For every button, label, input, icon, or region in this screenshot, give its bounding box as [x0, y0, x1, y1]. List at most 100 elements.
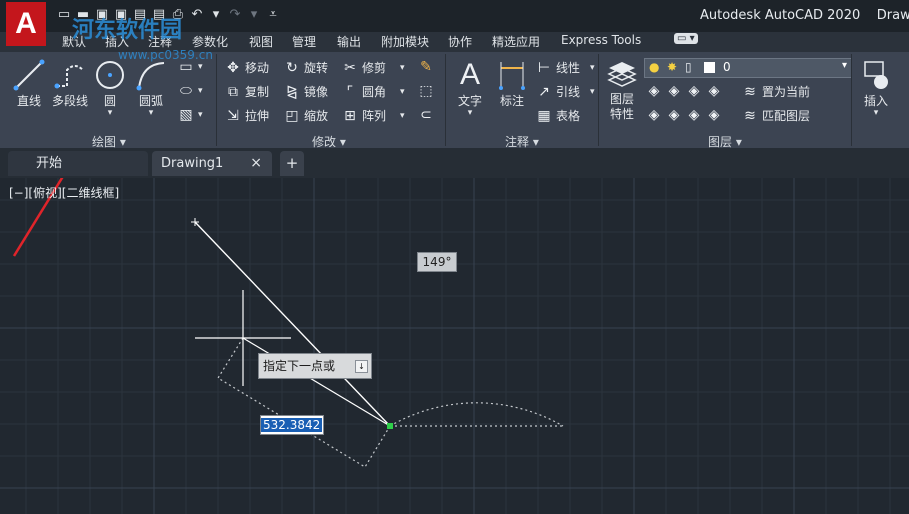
- hatch-dropdown-icon[interactable]: ▾: [198, 110, 203, 120]
- layer-unisolate-icon[interactable]: ◈: [666, 107, 682, 123]
- layer-isolate-icon[interactable]: ◈: [666, 83, 682, 99]
- new-tab-button[interactable]: +: [280, 151, 304, 176]
- layer-color-swatch: [704, 62, 715, 73]
- redo-icon[interactable]: ↷: [227, 7, 243, 23]
- drawing-svg: [0, 178, 909, 514]
- erase-tool[interactable]: ✎: [418, 59, 434, 75]
- explode-tool[interactable]: ⬚: [418, 83, 434, 99]
- fillet-dropdown-icon[interactable]: ▾: [400, 87, 405, 97]
- drawn-line[interactable]: [194, 221, 391, 427]
- autocad-logo[interactable]: A: [6, 2, 46, 46]
- rotate-tool[interactable]: ↻ 旋转: [284, 59, 328, 76]
- preview-line: [242, 337, 391, 427]
- rotate-icon: ↻: [286, 59, 298, 76]
- layer-thaw-icon[interactable]: ◈: [686, 107, 702, 123]
- new-file-icon[interactable]: ▭: [56, 7, 72, 23]
- explode-icon: ⬚: [419, 83, 433, 99]
- redo-dropdown-icon[interactable]: ▾: [246, 7, 262, 23]
- watermark-logo: 河东软件园: [72, 17, 183, 43]
- polyline-tool[interactable]: 多段线: [50, 58, 90, 109]
- angle-input[interactable]: 149°: [417, 252, 457, 272]
- arc-tool[interactable]: 圆弧 ▾: [132, 58, 170, 118]
- tab-collaborate[interactable]: 协作: [448, 33, 472, 50]
- leader-icon: ↗: [538, 83, 550, 100]
- options-down-icon[interactable]: ↓: [355, 360, 368, 373]
- angle-arc: [389, 402, 564, 427]
- watermark-url: www.pc0359.cn: [118, 48, 213, 62]
- polyline-label: 多段线: [51, 94, 88, 108]
- linear-dim-tool[interactable]: ⊢ 线性 ▾: [536, 59, 595, 76]
- customize-qat-icon[interactable]: ⩡: [265, 7, 281, 23]
- layer-on-icon[interactable]: ◈: [646, 107, 662, 123]
- fillet-tool[interactable]: ⌜ 圆角 ▾: [342, 83, 405, 100]
- tab-drawing1[interactable]: Drawing1 ×: [152, 151, 272, 176]
- tab-view[interactable]: 视图: [249, 33, 273, 50]
- tab-addins[interactable]: 附加模块: [381, 33, 429, 50]
- tab-featured-apps[interactable]: 精选应用: [492, 33, 540, 50]
- panel-divider: [216, 54, 217, 146]
- layer-freeze-icon[interactable]: ◈: [686, 83, 702, 99]
- insert-block-tool[interactable]: 插入 ▾: [856, 58, 896, 118]
- trim-dropdown-icon[interactable]: ▾: [400, 63, 405, 73]
- line-icon: [12, 58, 46, 92]
- array-icon: ⊞: [344, 107, 356, 124]
- ribbon-display-toggle-icon[interactable]: ▭ ▾: [674, 33, 698, 44]
- ellipse-dropdown-icon[interactable]: ▾: [198, 86, 203, 96]
- layer-off-icon[interactable]: ◈: [646, 83, 662, 99]
- array-tool[interactable]: ⊞ 阵列 ▾: [342, 107, 405, 124]
- layer-properties-label: 图层 特性: [609, 92, 634, 121]
- rectangle-dropdown-icon[interactable]: ▾: [198, 62, 203, 72]
- table-tool[interactable]: ▦ 表格: [536, 107, 580, 124]
- text-label: 文字: [457, 94, 482, 108]
- dimension-tool[interactable]: 标注: [492, 58, 532, 109]
- layer-lock-icon[interactable]: ◈: [706, 83, 722, 99]
- undo-icon[interactable]: ↶: [189, 7, 205, 23]
- set-current-tool[interactable]: ≋ 置为当前: [742, 83, 810, 100]
- viewport-controls[interactable]: [−][俯视][二维线框]: [9, 184, 119, 201]
- copy-tool[interactable]: ⧉ 复制: [225, 83, 269, 100]
- app-name: Autodesk AutoCAD 2020: [700, 8, 861, 23]
- hatch-icon: ▧: [179, 107, 193, 123]
- move-tool[interactable]: ✥ 移动: [225, 59, 269, 76]
- offset-tool[interactable]: ⊂: [418, 107, 434, 123]
- layer-unlock-icon[interactable]: ◈: [706, 107, 722, 123]
- array-dropdown-icon[interactable]: ▾: [400, 111, 405, 121]
- mirror-tool[interactable]: ⧎ 镜像: [284, 83, 328, 100]
- layer-properties-tool[interactable]: 图层 特性: [602, 58, 642, 122]
- close-tab-icon[interactable]: ×: [250, 151, 262, 176]
- text-tool[interactable]: A 文字 ▾: [451, 58, 489, 118]
- distance-input[interactable]: 532.3842: [260, 415, 324, 435]
- scale-tool[interactable]: ◰ 缩放: [284, 107, 328, 124]
- match-layer-tool[interactable]: ≋ 匹配图层: [742, 107, 810, 124]
- set-current-icon: ≋: [744, 83, 756, 100]
- match-layer-icon: ≋: [744, 107, 756, 124]
- tab-output[interactable]: 输出: [337, 33, 361, 50]
- stretch-tool[interactable]: ⇲ 拉伸: [225, 107, 269, 124]
- insert-dropdown-icon[interactable]: ▾: [856, 109, 896, 118]
- tab-manage[interactable]: 管理: [292, 33, 316, 50]
- ellipse-icon: ⬭: [180, 83, 192, 99]
- tab-express-tools[interactable]: Express Tools: [561, 33, 641, 47]
- linear-dropdown-icon[interactable]: ▾: [590, 63, 595, 73]
- circle-dropdown-icon[interactable]: ▾: [92, 109, 128, 118]
- tab-start[interactable]: 开始: [8, 151, 148, 176]
- document-name: Drawing: [876, 8, 909, 23]
- scale-icon: ◰: [285, 107, 299, 124]
- endpoint-snap-marker: [387, 423, 393, 429]
- arc-dropdown-icon[interactable]: ▾: [132, 109, 170, 118]
- command-prompt-tooltip: 指定下一点或 ↓: [258, 353, 372, 379]
- undo-dropdown-icon[interactable]: ▾: [208, 7, 224, 23]
- hatch-tool[interactable]: ▧ ▾: [178, 107, 203, 123]
- line-tool[interactable]: 直线: [10, 58, 48, 109]
- leader-tool[interactable]: ↗ 引线 ▾: [536, 83, 595, 100]
- eraser-icon: ✎: [420, 59, 432, 75]
- circle-icon: [93, 58, 127, 92]
- table-icon: ▦: [537, 107, 551, 124]
- trim-tool[interactable]: ✂ 修剪 ▾: [342, 59, 405, 76]
- leader-dropdown-icon[interactable]: ▾: [590, 87, 595, 97]
- layer-stack-icon: [605, 58, 639, 92]
- text-dropdown-icon[interactable]: ▾: [451, 109, 489, 118]
- circle-tool[interactable]: 圆 ▾: [92, 58, 128, 118]
- layer-dropdown[interactable]: ● ✸ ▯ 0 ▾: [644, 58, 852, 78]
- ellipse-tool[interactable]: ⬭ ▾: [178, 83, 203, 99]
